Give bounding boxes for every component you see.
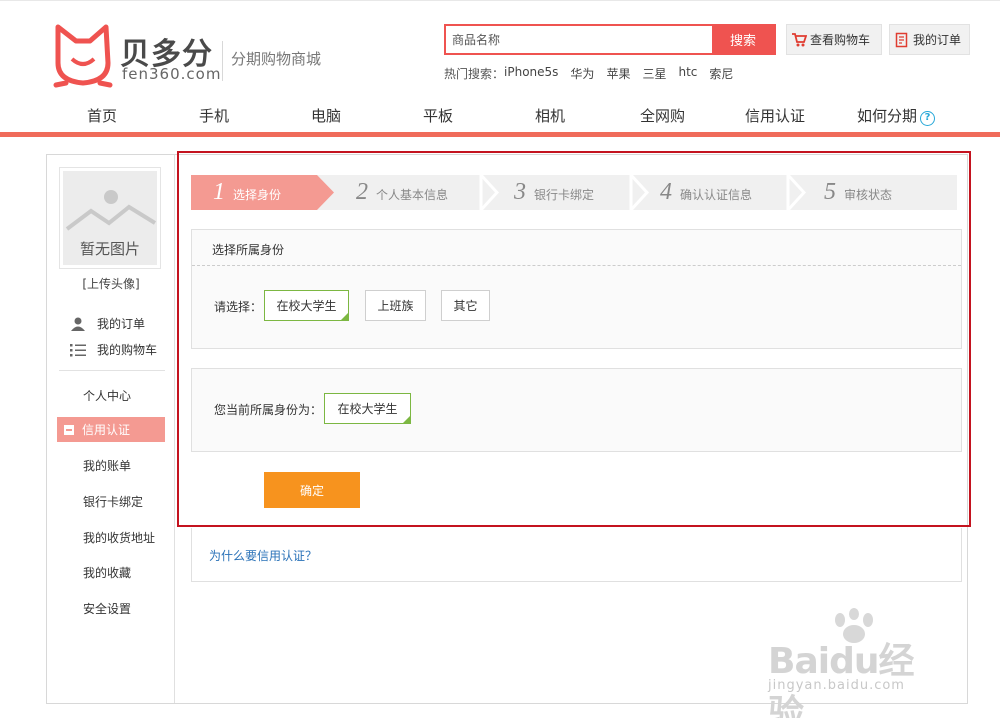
sidebar-item-personal-center[interactable]: 个人中心 bbox=[83, 387, 131, 404]
sidebar: 暂无图片 [上传头像] 我的订单 我的购物车 个人中心 信用认证 我的账单 银行… bbox=[47, 155, 175, 703]
nav-item-tablet[interactable]: 平板 bbox=[423, 105, 453, 126]
order-list-icon bbox=[895, 32, 908, 47]
hot-search-label: 热门搜索： bbox=[444, 67, 505, 81]
sidebar-divider bbox=[59, 370, 165, 371]
sidebar-link-cart[interactable]: 我的购物车 bbox=[69, 341, 157, 358]
nav-item-installment-label: 如何分期 bbox=[857, 107, 918, 125]
cart-icon bbox=[792, 32, 807, 46]
site-header: 贝多分 fen360.com 分期购物商城 搜索 热门搜索： iPhone5s … bbox=[0, 0, 1000, 137]
sidebar-item-credit-auth[interactable]: 信用认证 bbox=[57, 417, 165, 442]
logo[interactable]: 贝多分 fen360.com 分期购物商城 bbox=[48, 21, 338, 91]
watermark-url: jingyan.baidu.com bbox=[768, 678, 905, 693]
sidebar-item-bank-card[interactable]: 银行卡绑定 bbox=[83, 493, 143, 510]
baidu-watermark: Baidu经验 jingyan.baidu.com bbox=[768, 608, 948, 718]
why-credit-link[interactable]: 为什么要信用认证？ bbox=[209, 547, 317, 564]
sidebar-item-favorites[interactable]: 我的收藏 bbox=[83, 564, 131, 581]
logo-slogan: 分期购物商城 bbox=[231, 50, 322, 68]
collapse-icon bbox=[64, 424, 74, 435]
logo-divider bbox=[222, 41, 223, 81]
upload-avatar-link[interactable]: [上传头像] bbox=[47, 275, 175, 292]
sidebar-link-orders[interactable]: 我的订单 bbox=[69, 315, 145, 332]
sidebar-item-bills[interactable]: 我的账单 bbox=[83, 457, 131, 474]
hot-search-item[interactable]: 苹果 bbox=[606, 65, 630, 82]
avatar-placeholder: 暂无图片 bbox=[63, 171, 157, 265]
nav-item-phone[interactable]: 手机 bbox=[199, 105, 229, 126]
sidebar-item-security[interactable]: 安全设置 bbox=[83, 600, 131, 617]
nav-item-credit[interactable]: 信用认证 bbox=[745, 105, 805, 126]
view-cart-label: 查看购物车 bbox=[810, 33, 871, 47]
highlight-box bbox=[177, 151, 971, 527]
logo-domain: fen360.com bbox=[122, 65, 222, 83]
sidebar-item-address[interactable]: 我的收货地址 bbox=[83, 529, 155, 546]
user-icon bbox=[71, 317, 85, 331]
list-icon bbox=[70, 343, 86, 356]
sidebar-item-label: 信用认证 bbox=[82, 423, 131, 437]
view-cart-button[interactable]: 查看购物车 bbox=[786, 24, 882, 55]
nav-item-installment[interactable]: 如何分期? bbox=[857, 105, 936, 126]
hot-search: 热门搜索： iPhone5s 华为 苹果 三星 htc 索尼 bbox=[444, 65, 745, 82]
hot-search-item[interactable]: 华为 bbox=[570, 65, 594, 82]
sidebar-link-label: 我的订单 bbox=[97, 317, 146, 331]
avatar-text: 暂无图片 bbox=[79, 240, 140, 258]
hot-search-item[interactable]: iPhone5s bbox=[504, 65, 558, 82]
my-orders-label: 我的订单 bbox=[913, 33, 962, 47]
search-input[interactable] bbox=[446, 26, 712, 53]
hot-search-item[interactable]: 索尼 bbox=[709, 65, 733, 82]
main-nav: 首页 手机 电脑 平板 相机 全网购 信用认证 如何分期? bbox=[0, 97, 1000, 137]
nav-item-camera[interactable]: 相机 bbox=[535, 105, 565, 126]
help-icon: ? bbox=[920, 111, 936, 126]
search-button[interactable]: 搜索 bbox=[712, 26, 774, 53]
watermark-brand: Baidu经验 bbox=[768, 641, 914, 718]
faq-panel: 为什么要信用认证？ bbox=[191, 528, 962, 582]
nav-item-all[interactable]: 全网购 bbox=[640, 105, 685, 126]
hot-search-item[interactable]: htc bbox=[678, 65, 697, 82]
nav-item-home[interactable]: 首页 bbox=[87, 105, 117, 126]
sidebar-link-label: 我的购物车 bbox=[97, 343, 158, 357]
hot-search-item[interactable]: 三星 bbox=[642, 65, 666, 82]
my-orders-button[interactable]: 我的订单 bbox=[889, 24, 970, 55]
nav-item-computer[interactable]: 电脑 bbox=[311, 105, 341, 126]
avatar[interactable]: 暂无图片 bbox=[59, 167, 161, 269]
cat-logo-icon bbox=[53, 24, 113, 88]
search-box: 搜索 bbox=[444, 24, 776, 55]
